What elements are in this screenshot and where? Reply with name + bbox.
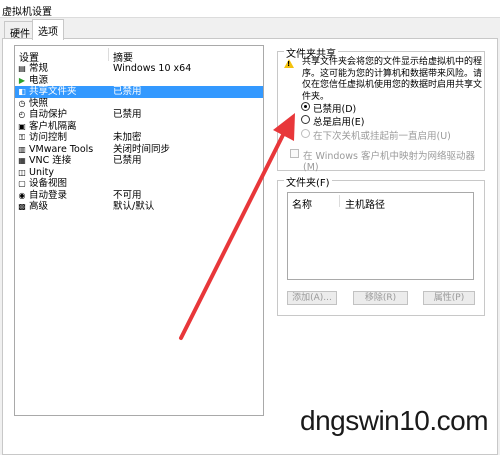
watermark-text: dngswin10.com bbox=[300, 405, 489, 436]
annotation-arrow bbox=[179, 113, 295, 340]
tab-options[interactable]: 选项 bbox=[32, 19, 64, 40]
arrow-shaft bbox=[179, 125, 289, 340]
